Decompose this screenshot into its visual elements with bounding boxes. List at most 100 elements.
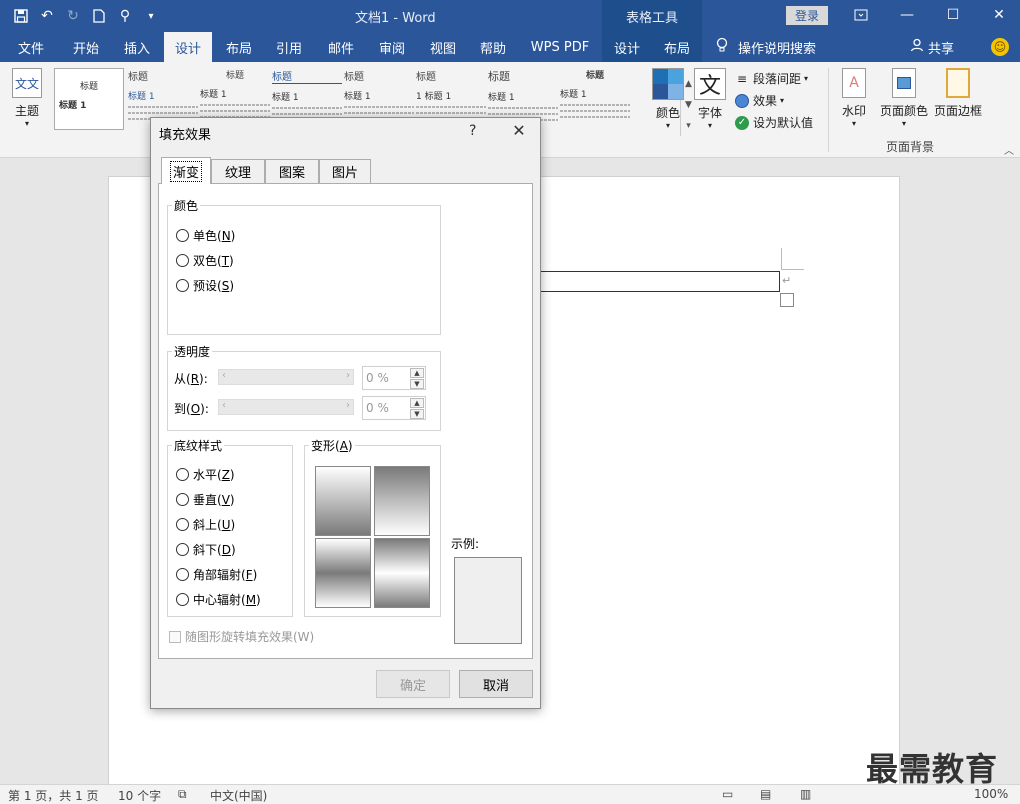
redo-icon[interactable]: ↻	[60, 4, 86, 28]
variant-option[interactable]	[315, 466, 371, 536]
share-button[interactable]: 共享	[910, 32, 954, 62]
chevron-down-icon: ▾	[665, 121, 670, 130]
tab-pattern[interactable]: 图案	[265, 159, 319, 183]
page-color-button[interactable]: 页面颜色 ▾	[880, 68, 928, 128]
fonts-button[interactable]: 文 字体 ▾	[694, 68, 726, 130]
radio-from-corner[interactable]: 角部辐射(F)	[176, 566, 257, 583]
gallery-more-icon[interactable]: ▾	[686, 121, 691, 131]
tab-layout[interactable]: 布局	[216, 32, 262, 62]
from-spinner[interactable]: 0 % ▲ ▼	[362, 366, 426, 390]
minimize-icon[interactable]: —	[884, 0, 930, 30]
spin-down-icon[interactable]: ▼	[410, 409, 424, 419]
themes-button[interactable]: 文文 主题 ▾	[12, 68, 42, 128]
collapse-ribbon-icon[interactable]: ︿	[1004, 142, 1014, 157]
variant-option[interactable]	[315, 538, 371, 608]
word-count[interactable]: 10 个字	[118, 787, 161, 804]
shading-styles-legend: 底纹样式	[172, 437, 225, 454]
tab-home[interactable]: 开始	[62, 32, 110, 62]
chevron-down-icon: ▾	[804, 74, 809, 83]
radio-circle	[176, 279, 189, 292]
set-default-button[interactable]: ✓ 设为默认值	[734, 114, 813, 131]
chevron-up-icon[interactable]: ▲	[685, 79, 692, 89]
themes-label: 主题	[14, 104, 39, 118]
new-doc-icon[interactable]	[86, 4, 112, 28]
cancel-button[interactable]: 取消	[459, 670, 533, 698]
tab-picture[interactable]: 图片	[319, 159, 371, 183]
close-icon[interactable]: ✕	[976, 0, 1020, 30]
maximize-icon[interactable]: ☐	[930, 0, 976, 30]
web-layout-icon[interactable]: ▥	[800, 787, 811, 801]
page-count[interactable]: 第 1 页，共 1 页	[8, 787, 99, 804]
radio-circle	[176, 254, 189, 267]
tab-table-layout[interactable]: 布局	[652, 32, 702, 62]
spin-up-icon[interactable]: ▲	[410, 368, 424, 378]
radio-from-center[interactable]: 中心辐射(M)	[176, 591, 261, 608]
to-slider[interactable]: ‹ ›	[218, 399, 354, 415]
page-borders-button[interactable]: 页面边框	[934, 68, 982, 119]
help-icon[interactable]: ?	[469, 123, 476, 139]
tab-file[interactable]: 文件	[8, 32, 54, 62]
tab-references[interactable]: 引用	[266, 32, 312, 62]
proofing-icon[interactable]: ⧉	[178, 787, 187, 802]
tab-help[interactable]: 帮助	[470, 32, 516, 62]
style-set-item[interactable]: 标题 标题 1	[54, 68, 124, 130]
tab-wps-pdf[interactable]: WPS PDF	[522, 32, 598, 62]
tab-table-design[interactable]: 设计	[602, 32, 652, 62]
chevron-left-icon: ‹	[222, 370, 226, 381]
tab-mailings[interactable]: 邮件	[316, 32, 366, 62]
tab-insert[interactable]: 插入	[114, 32, 160, 62]
watermark-button[interactable]: A 水印 ▾	[842, 68, 866, 128]
to-spinner[interactable]: 0 % ▲ ▼	[362, 396, 426, 420]
title-bar: ↶ ↻ ⚲ ▾ 文档1 - Word 表格工具 登录 — ☐ ✕	[0, 0, 1020, 32]
radio-one-color[interactable]: 单色(N)	[176, 227, 235, 244]
chevron-down-icon[interactable]: ▼	[685, 100, 692, 110]
undo-icon[interactable]: ↶	[34, 4, 60, 28]
watermark-label: 水印	[842, 104, 867, 118]
tab-gradient[interactable]: 渐变	[161, 157, 211, 184]
checkmark-icon: ✓	[734, 115, 750, 131]
close-icon[interactable]: ✕	[509, 121, 529, 140]
paragraph-spacing-icon: ≡	[736, 71, 748, 86]
effects-button[interactable]: 效果 ▾	[734, 92, 784, 109]
radio-preset[interactable]: 预设(S)	[176, 277, 234, 294]
customize-qat-icon[interactable]: ▾	[138, 4, 164, 28]
page-borders-label: 页面边框	[934, 104, 983, 118]
tab-review[interactable]: 审阅	[368, 32, 416, 62]
style-set-item[interactable]: 标题 标题 1	[560, 68, 630, 130]
table-resize-handle[interactable]	[780, 293, 794, 307]
share-label: 共享	[928, 41, 955, 57]
tab-view[interactable]: 视图	[418, 32, 468, 62]
tab-design[interactable]: 设计	[164, 32, 212, 62]
colors-label: 颜色	[655, 106, 680, 120]
login-button[interactable]: 登录	[786, 6, 828, 25]
transparency-group: 透明度 从(R): ‹ › 0 % ▲ ▼ 到(O): ‹ › 0 % ▲ …	[167, 343, 441, 431]
touch-mode-icon[interactable]: ⚲	[112, 4, 138, 28]
radio-two-colors[interactable]: 双色(T)	[176, 252, 234, 269]
radio-diagonal-down[interactable]: 斜下(D)	[176, 541, 236, 558]
radio-vertical[interactable]: 垂直(V)	[176, 491, 235, 508]
ok-button[interactable]: 确定	[376, 670, 450, 698]
table-cell[interactable]	[535, 271, 780, 292]
tell-me-search[interactable]: 操作说明搜索	[716, 32, 816, 62]
chevron-down-icon: ▾	[852, 119, 857, 128]
radio-horizontal[interactable]: 水平(Z)	[176, 466, 235, 483]
language-indicator[interactable]: 中文(中国)	[210, 787, 267, 804]
colors-button[interactable]: 颜色 ▾	[652, 68, 684, 130]
spin-down-icon[interactable]: ▼	[410, 379, 424, 389]
print-layout-icon[interactable]: ▤	[760, 787, 771, 801]
rotate-with-shape-checkbox[interactable]: 随图形旋转填充效果(W)	[169, 628, 314, 645]
paragraph-spacing-button[interactable]: ≡ 段落间距 ▾	[734, 70, 808, 87]
sample-label: 示例:	[451, 537, 480, 551]
radio-diagonal-up[interactable]: 斜上(U)	[176, 516, 235, 533]
save-icon[interactable]	[8, 4, 34, 28]
spin-up-icon[interactable]: ▲	[410, 398, 424, 408]
variant-option[interactable]	[374, 466, 430, 536]
ribbon-display-options-icon[interactable]	[838, 0, 884, 30]
feedback-smiley-icon[interactable]: ☺	[991, 38, 1009, 56]
from-slider[interactable]: ‹ ›	[218, 369, 354, 385]
read-mode-icon[interactable]: ▭	[722, 787, 733, 801]
tab-texture[interactable]: 纹理	[211, 159, 265, 183]
page-background-group-label: 页面背景	[886, 140, 935, 154]
chevron-down-icon: ▾	[707, 121, 712, 130]
variant-option[interactable]	[374, 538, 430, 608]
